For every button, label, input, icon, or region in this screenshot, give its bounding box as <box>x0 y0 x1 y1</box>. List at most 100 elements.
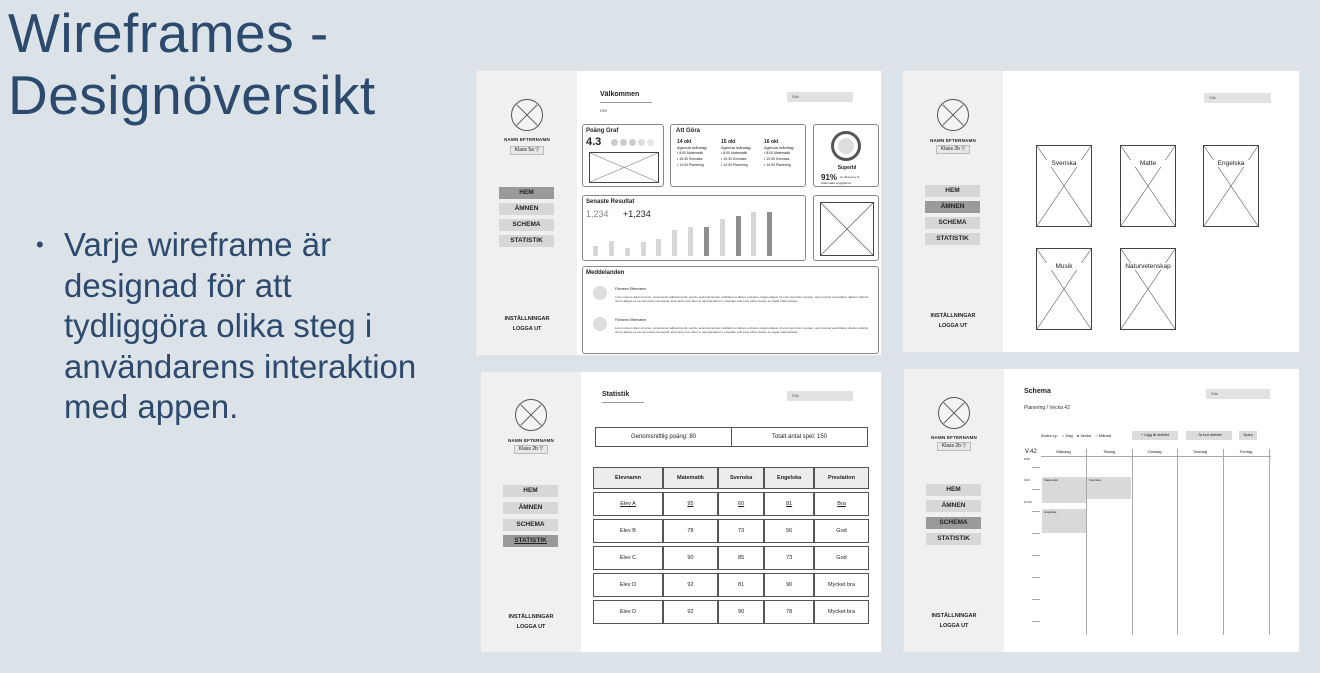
remove-activity-button[interactable]: - Ta bort aktivitet <box>1186 431 1232 440</box>
messages-title: Meddelanden <box>586 270 625 276</box>
message-avatar-icon <box>593 317 607 331</box>
table-cell: 56 <box>764 519 814 543</box>
nav-settings[interactable]: INSTÄLLNINGAR <box>481 613 581 622</box>
nav-subjects[interactable]: ÄMNEN <box>503 502 558 514</box>
nav-schedule[interactable]: SCHEMA <box>925 217 980 229</box>
table-cell: 81 <box>717 573 765 597</box>
column-header: Engelska <box>764 467 814 489</box>
avatar-placeholder-icon <box>515 399 547 431</box>
table-cell: 92 <box>663 573 718 597</box>
bullet-text: Varje wireframe är designad för att tydl… <box>64 226 417 425</box>
table-cell: Bra <box>814 492 869 516</box>
table-cell: 78 <box>663 519 718 543</box>
nav-statistics[interactable]: STATISTIK <box>503 535 558 547</box>
nav-home[interactable]: HEM <box>499 187 554 199</box>
table-cell: 90 <box>663 546 718 570</box>
sidebar: NAMN EFTERNAMN Klass 5a ▽ HEM ÄMNEN SCHE… <box>477 71 577 355</box>
search-input[interactable]: Sök <box>787 391 853 401</box>
average-score: Genomsnittlig poäng: 80 <box>596 428 732 446</box>
nav-home[interactable]: HEM <box>926 484 981 496</box>
user-name: NAMN EFTERNAMN <box>931 435 977 440</box>
subject-card-science[interactable]: Naturvetenskap <box>1120 248 1176 330</box>
table-cell: Elev A <box>593 492 663 516</box>
page-subtitle: Planering / Vecka 42 <box>1024 405 1070 411</box>
column-header: Prestation <box>814 467 869 489</box>
subject-card-music[interactable]: Musik <box>1036 248 1092 330</box>
table-row: Elev B 78 73 56 God <box>593 519 869 543</box>
calendar-event[interactable]: Matematik <box>1042 477 1086 503</box>
bullet-point: • Varje wireframe är designad för att ty… <box>36 225 436 428</box>
search-input[interactable]: Sök <box>1206 389 1270 399</box>
nav-settings[interactable]: INSTÄLLNINGAR <box>903 312 1003 321</box>
message-sender: Förnamn Efternamn <box>615 287 647 291</box>
nav-subjects[interactable]: ÄMNEN <box>925 201 980 213</box>
table-cell: 81 <box>764 492 814 516</box>
table-cell: 73 <box>717 519 765 543</box>
nav-schedule[interactable]: SCHEMA <box>503 519 558 531</box>
nav-settings[interactable]: INSTÄLLNINGAR <box>904 612 1004 621</box>
column-header: Svenska <box>717 467 765 489</box>
results-bar <box>719 218 725 256</box>
results-bar <box>767 212 773 256</box>
wireframe-subjects: NAMN EFTERNAMN Klass 2b ▽ HEM ÄMNEN SCHE… <box>902 70 1300 353</box>
wireframe-schedule: NAMN EFTERNAMN Klass 2b ▽ HEM ÄMNEN SCHE… <box>903 368 1300 653</box>
column-header: Elevnamn <box>593 467 663 489</box>
add-activity-button[interactable]: + Lägg till aktivitet <box>1132 431 1178 440</box>
nav-logout[interactable]: LOGGA UT <box>904 622 1004 631</box>
table-cell: 73 <box>764 546 814 570</box>
table-cell: 60 <box>717 492 765 516</box>
class-select[interactable]: Klass 2b ▽ <box>937 442 971 451</box>
nav-logout[interactable]: LOGGA UT <box>481 623 581 632</box>
nav-home[interactable]: HEM <box>925 185 980 197</box>
nav-statistics[interactable]: STATISTIK <box>499 235 554 247</box>
user-name: NAMN EFTERNAMN <box>508 438 554 443</box>
todo-col: 16 okt Agenda måndag: • 8:00 Matematik • … <box>764 139 795 167</box>
day-header: Fredag <box>1239 449 1253 454</box>
results-bar <box>608 240 614 256</box>
greeting: Hi!!! <box>600 108 608 113</box>
results-bar <box>640 241 646 256</box>
nav-home[interactable]: HEM <box>503 485 558 497</box>
nav-logout[interactable]: LOGGA UT <box>903 322 1003 331</box>
nav-subjects[interactable]: ÄMNEN <box>926 500 981 512</box>
progress-label: Superbl <box>837 165 857 171</box>
calendar-event[interactable]: Engelska <box>1042 509 1086 533</box>
search-input[interactable]: Sök <box>787 92 853 102</box>
table-row: Elev D 92 90 78 Mycket bra <box>593 600 869 624</box>
sidebar: NAMN EFTERNAMN Klass 2b ▽ HEM ÄMNEN SCHE… <box>481 372 581 652</box>
time-column: 8:00 9:00 10:00 <box>1024 457 1042 635</box>
nav-subjects[interactable]: ÄMNEN <box>499 203 554 215</box>
class-select[interactable]: Klass 2b ▽ <box>936 145 970 154</box>
class-select[interactable]: Klass 5a ▽ <box>510 146 544 155</box>
results-bar-chart <box>591 208 781 256</box>
week-label: V.42 <box>1025 449 1037 455</box>
nav-schedule[interactable]: SCHEMA <box>926 517 981 529</box>
nav-schedule[interactable]: SCHEMA <box>499 219 554 231</box>
table-row: Elev A 95 60 81 Bra <box>593 492 869 516</box>
subject-card-math[interactable]: Matte <box>1120 145 1176 227</box>
table-cell: 95 <box>663 492 718 516</box>
table-row: Elev D 92 81 90 Mycket bra <box>593 573 869 597</box>
message-avatar-icon <box>593 286 607 300</box>
class-select[interactable]: Klass 2b ▽ <box>514 445 548 454</box>
save-button[interactable]: Spara <box>1239 431 1257 440</box>
day-header: Måndag <box>1056 449 1071 454</box>
search-input[interactable]: Sök <box>1204 93 1271 103</box>
nav-settings[interactable]: INSTÄLLNINGAR <box>477 315 577 324</box>
progress-note: av dina prov & <box>840 175 860 179</box>
subject-card-swedish[interactable]: Svenska <box>1036 145 1092 227</box>
page-title: Schema <box>1024 388 1051 395</box>
calendar-event[interactable]: Svenska <box>1087 477 1131 499</box>
nav-statistics[interactable]: STATISTIK <box>925 233 980 245</box>
title-underline <box>600 102 652 103</box>
stats-table: Elevnamn Matematik Svenska Engelska Pres… <box>593 464 869 627</box>
view-toggle[interactable]: Ändra vy: ○ Dag ● Vecka ○ Månad <box>1041 433 1111 438</box>
subject-card-english[interactable]: Engelska <box>1203 145 1259 227</box>
results-bar <box>624 248 630 256</box>
todo-col: 15 okt Agenda måndag: • 8:00 Matematik • … <box>721 139 752 167</box>
results-bar <box>656 239 662 256</box>
table-cell: Mycket bra <box>814 600 869 624</box>
nav-statistics[interactable]: STATISTIK <box>926 533 981 545</box>
page-title: Statistik <box>602 391 630 398</box>
nav-logout[interactable]: LOGGA UT <box>477 325 577 334</box>
